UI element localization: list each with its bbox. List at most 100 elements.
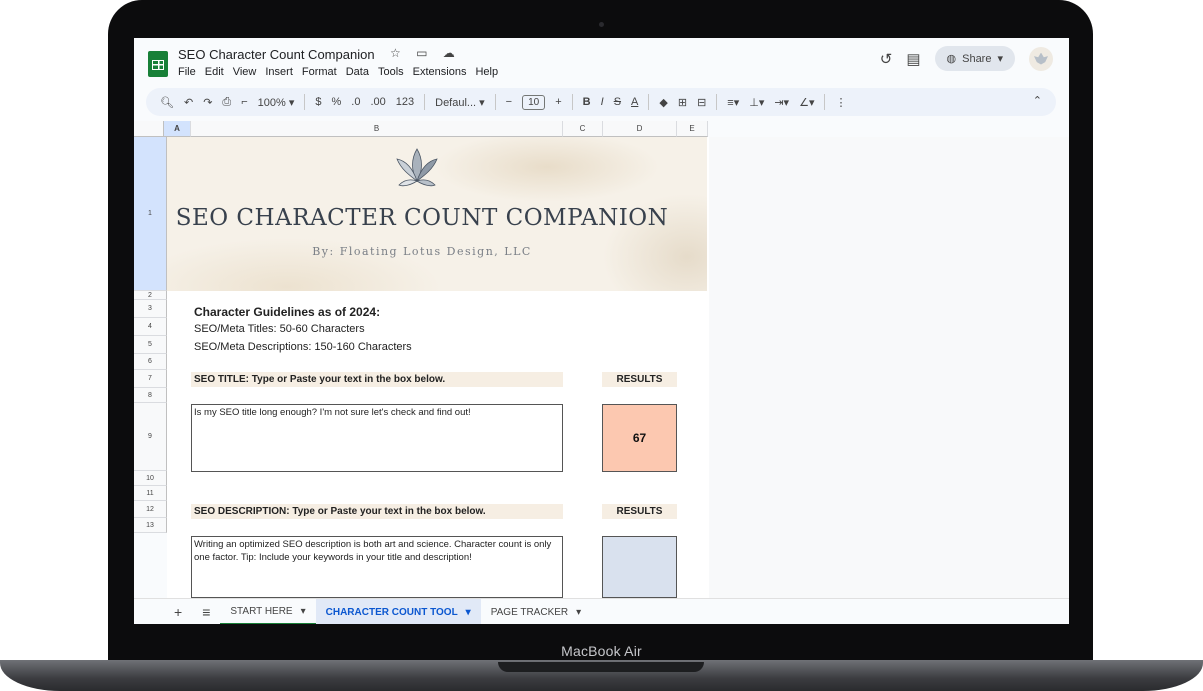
search-menus-icon[interactable]: 🔍︎: [160, 96, 174, 109]
toolbar-divider: [304, 94, 306, 110]
banner-subtitle: By: Floating Lotus Design, LLC: [312, 245, 532, 258]
strikethrough-button[interactable]: S: [614, 96, 621, 108]
row-header-12[interactable]: 12: [134, 501, 167, 518]
font-size-increase-icon[interactable]: +: [555, 96, 561, 108]
merge-cells-icon[interactable]: ⊟: [697, 96, 706, 109]
laptop-brand-label: MacBook Air: [561, 643, 642, 659]
row-header-4[interactable]: 4: [134, 318, 167, 336]
tab-label: PAGE TRACKER: [490, 606, 569, 618]
top-right-actions: ↺ ▤ ◍ Share ▾: [880, 46, 1053, 71]
redo-icon[interactable]: ↷: [203, 96, 212, 109]
menu-insert[interactable]: Insert: [265, 66, 293, 78]
sheet-grid[interactable]: SEO CHARACTER COUNT COMPANION By: Floati…: [167, 137, 1069, 598]
horizontal-align-icon[interactable]: ≡▾: [727, 96, 739, 109]
menu-tools[interactable]: Tools: [378, 66, 404, 78]
toolbar-divider: [571, 94, 573, 110]
menu-bar: File Edit View Insert Format Data Tools …: [178, 66, 498, 78]
undo-icon[interactable]: ↶: [184, 96, 193, 109]
tab-character-count-tool[interactable]: CHARACTER COUNT TOOL ▾: [315, 599, 481, 624]
column-header-b[interactable]: B: [191, 121, 563, 137]
guideline-descriptions: SEO/Meta Descriptions: 150-160 Character…: [194, 341, 412, 353]
seo-title-result: 67: [602, 404, 677, 472]
tab-label: START HERE: [230, 605, 293, 617]
banner-image: SEO CHARACTER COUNT COMPANION By: Floati…: [167, 137, 707, 291]
chevron-down-icon: ▾: [576, 606, 582, 618]
borders-icon[interactable]: ⊞: [678, 96, 687, 109]
all-sheets-icon[interactable]: ≡: [192, 599, 220, 624]
row-header-11[interactable]: 11: [134, 486, 167, 501]
collapse-toolbar-icon[interactable]: ⌃: [1033, 94, 1042, 107]
text-color-button[interactable]: A: [631, 96, 638, 108]
sheets-logo-icon[interactable]: [148, 51, 168, 77]
menu-edit[interactable]: Edit: [205, 66, 224, 78]
bold-button[interactable]: B: [583, 96, 591, 108]
currency-format-button[interactable]: $: [315, 96, 321, 108]
row-header-3[interactable]: 3: [134, 300, 167, 318]
seo-title-input[interactable]: Is my SEO title long enough? I'm not sur…: [191, 404, 563, 472]
seo-title-label: SEO TITLE: Type or Paste your text in th…: [191, 372, 563, 387]
seo-description-label: SEO DESCRIPTION: Type or Paste your text…: [191, 504, 563, 519]
menu-data[interactable]: Data: [346, 66, 369, 78]
row-header-13[interactable]: 13: [134, 518, 167, 533]
menu-extensions[interactable]: Extensions: [413, 66, 467, 78]
zoom-select[interactable]: 100% ▾: [258, 96, 295, 109]
tab-page-tracker[interactable]: PAGE TRACKER ▾: [481, 599, 591, 624]
title-actions-icons[interactable]: ☆ ▭ ☁: [390, 46, 461, 60]
chevron-down-icon: ▾: [465, 606, 471, 618]
share-label: Share: [962, 52, 992, 65]
percent-format-button[interactable]: %: [332, 96, 342, 108]
paint-format-icon[interactable]: ⌐: [241, 96, 247, 108]
add-sheet-icon[interactable]: +: [134, 599, 192, 624]
more-options-icon[interactable]: ⋮: [835, 96, 846, 109]
row-header-9[interactable]: 9: [134, 403, 167, 471]
sheet-tabs-bar: + ≡ START HERE ▾ CHARACTER COUNT TOOL ▾ …: [134, 598, 1069, 624]
menu-help[interactable]: Help: [475, 66, 498, 78]
globe-icon: ◍: [946, 53, 957, 65]
menu-format[interactable]: Format: [302, 66, 337, 78]
comments-icon[interactable]: ▤: [906, 50, 920, 68]
font-size-decrease-icon[interactable]: −: [506, 96, 512, 108]
toolbar-divider: [424, 94, 426, 110]
column-header-e[interactable]: E: [677, 121, 708, 137]
tab-start-here[interactable]: START HERE ▾: [220, 599, 316, 624]
column-header-c[interactable]: C: [563, 121, 603, 137]
select-all-corner[interactable]: [134, 121, 164, 137]
lotus-logo-icon: [396, 148, 438, 187]
row-header-8[interactable]: 8: [134, 388, 167, 403]
share-button[interactable]: ◍ Share ▾: [934, 46, 1015, 71]
column-header-a[interactable]: A: [164, 121, 191, 137]
document-title[interactable]: SEO Character Count Companion: [178, 47, 375, 62]
font-size-input[interactable]: 10: [522, 94, 546, 110]
menu-file[interactable]: File: [178, 66, 196, 78]
menu-view[interactable]: View: [233, 66, 257, 78]
decrease-decimal-button[interactable]: .0: [351, 96, 360, 108]
seo-title-results-label: RESULTS: [602, 372, 677, 387]
vertical-align-icon[interactable]: ⊥▾: [749, 96, 764, 109]
row-headers: 1 2 3 4 5 6 7 8 9 10 11 12 13: [134, 137, 167, 533]
seo-description-result: [602, 536, 677, 598]
history-icon[interactable]: ↺: [880, 50, 893, 68]
italic-button[interactable]: I: [601, 96, 604, 108]
increase-decimal-button[interactable]: .00: [370, 96, 385, 108]
column-header-d[interactable]: D: [603, 121, 677, 137]
column-headers: A B C D E: [164, 121, 708, 137]
row-header-6[interactable]: 6: [134, 354, 167, 370]
row-header-5[interactable]: 5: [134, 336, 167, 354]
laptop-notch: [498, 662, 704, 672]
print-icon[interactable]: ⎙: [222, 96, 231, 109]
zoom-value: 100%: [257, 96, 286, 109]
row-header-7[interactable]: 7: [134, 370, 167, 388]
row-header-10[interactable]: 10: [134, 471, 167, 486]
font-select[interactable]: Defaul... ▾: [435, 96, 485, 109]
avatar[interactable]: [1029, 46, 1053, 71]
text-rotation-icon[interactable]: ∠▾: [799, 96, 814, 109]
font-value: Defaul...: [435, 96, 477, 109]
row-header-1[interactable]: 1: [134, 137, 167, 291]
fill-color-icon[interactable]: ◆: [659, 96, 667, 109]
text-wrap-icon[interactable]: ⇥▾: [774, 96, 789, 109]
row-header-2[interactable]: 2: [134, 291, 167, 300]
toolbar-divider: [716, 94, 718, 110]
seo-description-input[interactable]: Writing an optimized SEO description is …: [191, 536, 563, 598]
tab-label: CHARACTER COUNT TOOL: [325, 606, 458, 618]
more-formats-button[interactable]: 123: [396, 96, 414, 108]
